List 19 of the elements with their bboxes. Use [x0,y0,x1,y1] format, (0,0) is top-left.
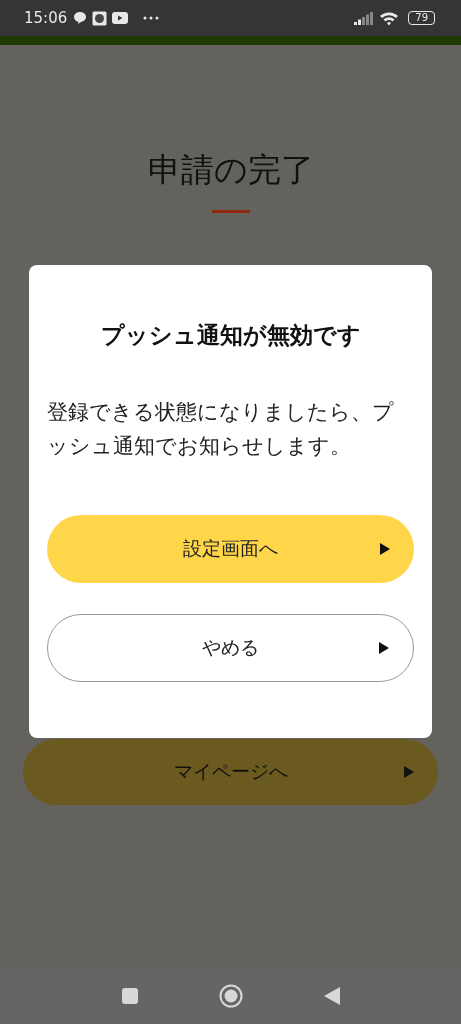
clock-time: 15:06 [24,9,68,27]
page-title: 申請の完了 [147,149,314,191]
dialog-title: プッシュ通知が無効です [100,321,361,350]
home-icon[interactable] [218,984,243,1008]
more-icon [143,16,160,20]
signal-icon [354,11,375,25]
recents-icon[interactable] [120,987,139,1005]
caret-icon [404,766,414,778]
settings-button[interactable]: 設定画面へ [47,515,414,583]
app-icon [92,10,108,26]
wifi-icon [379,10,400,26]
caret-icon [379,642,389,654]
dialog-message: 登録できる状態になりましたら、プッシュ通知でお知らせします。 [47,399,395,460]
caret-icon [380,543,390,555]
chat-bubble-icon [73,11,88,25]
video-play-icon [112,12,129,24]
cancel-button[interactable]: やめる [47,614,414,682]
battery-icon: 79 [408,11,435,25]
back-icon[interactable] [322,986,341,1006]
